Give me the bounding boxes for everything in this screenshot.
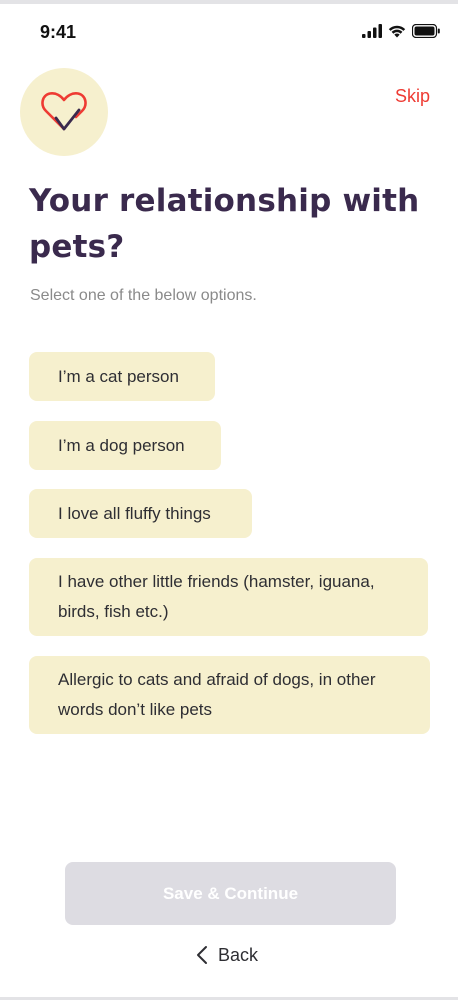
status-icons — [362, 24, 440, 38]
page-subtitle: Select one of the below options. — [30, 287, 257, 304]
status-bar: 9:41 — [0, 14, 458, 50]
chevron-left-icon — [197, 946, 207, 964]
battery-icon — [412, 24, 440, 38]
top-edge — [0, 0, 458, 4]
save-continue-button[interactable]: Save & Continue — [65, 862, 396, 925]
option-fluffy-things[interactable]: I love all fluffy things — [29, 489, 252, 538]
option-dog-person[interactable]: I’m a dog person — [29, 421, 221, 470]
option-no-pets[interactable]: Allergic to cats and afraid of dogs, in … — [29, 656, 430, 734]
back-button[interactable]: Back — [196, 940, 258, 970]
wifi-icon — [388, 25, 406, 38]
page-title: Your relationship with pets? — [29, 183, 420, 265]
option-cat-person[interactable]: I’m a cat person — [29, 352, 215, 401]
back-label: Back — [218, 944, 259, 965]
signal-icon — [362, 24, 382, 38]
app-logo — [20, 68, 108, 156]
status-time: 9:41 — [40, 22, 77, 42]
skip-link[interactable]: Skip — [395, 86, 430, 107]
option-other-friends[interactable]: I have other little friends (hamster, ig… — [29, 558, 428, 636]
heart-check-icon — [41, 92, 87, 131]
